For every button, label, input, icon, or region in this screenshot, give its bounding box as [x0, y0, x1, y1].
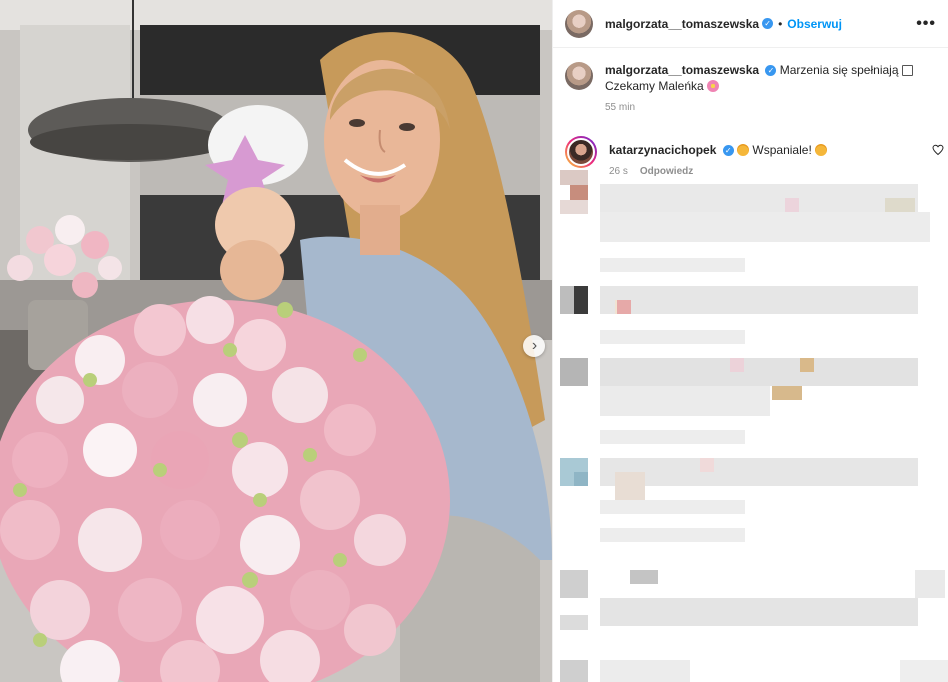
commenter-avatar[interactable]	[565, 136, 597, 168]
caption-text-2: Czekamy Maleńka	[605, 79, 704, 93]
post-header: malgorzata__tomaszewska ✓ • Obserwuj •••	[553, 0, 948, 48]
caption-meta: 55 min	[605, 100, 936, 116]
star-eyes-icon	[815, 144, 828, 156]
comment-username[interactable]: katarzynacichopek	[609, 143, 716, 157]
caption-time[interactable]: 55 min	[605, 100, 635, 116]
heart-eyes-icon	[737, 144, 750, 156]
verified-icon: ✓	[722, 145, 734, 157]
caption-avatar[interactable]	[565, 62, 593, 90]
photo-illustration	[0, 0, 552, 682]
chevron-right-icon: ›	[531, 337, 538, 354]
author-username[interactable]: malgorzata__tomaszewska	[605, 17, 759, 31]
carousel-next-button[interactable]: ›	[523, 335, 545, 357]
follow-button[interactable]: Obserwuj	[787, 17, 842, 31]
heart-icon[interactable]	[932, 144, 944, 156]
author-avatar[interactable]	[565, 9, 593, 38]
verified-icon: ✓	[765, 65, 777, 77]
caption-text: Marzenia się spełniają	[779, 63, 899, 77]
flower-icon	[707, 80, 720, 92]
comment-text: Wspaniale!	[752, 143, 812, 157]
more-icon[interactable]: •••	[916, 15, 936, 33]
verified-icon: ✓	[762, 18, 774, 29]
post-photo[interactable]: ›	[0, 0, 552, 682]
censored-comments	[560, 170, 948, 682]
separator-dot: •	[778, 16, 783, 31]
calendar-icon	[901, 65, 913, 76]
caption-username[interactable]: malgorzata__tomaszewska	[605, 63, 759, 77]
caption: malgorzata__tomaszewska ✓ Marzenia się s…	[553, 48, 948, 116]
